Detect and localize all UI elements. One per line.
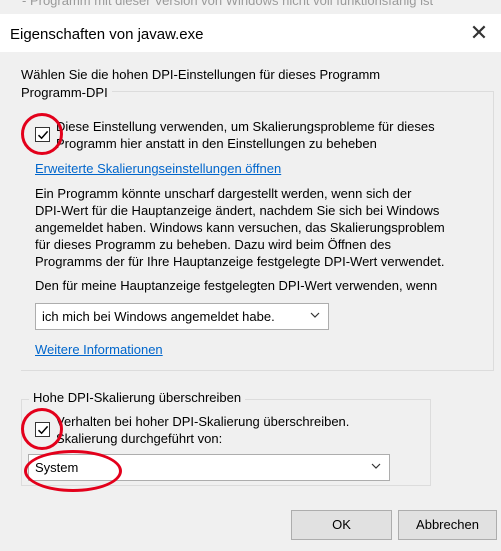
chevron-down-icon <box>310 312 320 318</box>
override-checkbox-label-1: Verhalten bei hoher DPI-Skalierung übers… <box>56 414 350 429</box>
more-info-link[interactable]: Weitere Informationen <box>35 342 163 357</box>
dialog-content: Wählen Sie die hohen DPI-Einstellungen f… <box>0 52 501 551</box>
intro-text: Wählen Sie die hohen DPI-Einstellungen f… <box>21 67 381 82</box>
override-group-label: Hohe DPI-Skalierung überschreiben <box>29 390 246 405</box>
close-icon[interactable]: ✕ <box>464 20 494 46</box>
override-checkbox-label-2: Skalierung durchgeführt von: <box>56 431 223 446</box>
cancel-button[interactable]: Abbrechen <box>398 510 497 540</box>
program-dpi-checkbox-label-2: Programm hier anstatt in den Einstellung… <box>56 136 377 151</box>
description-line-2: DPI-Wert für die Hauptanzeige ändert, na… <box>35 203 440 218</box>
description-line-1: Ein Programm könnte unscharf dargestellt… <box>35 186 412 201</box>
scaling-performed-by-dropdown[interactable]: System <box>28 454 390 481</box>
description-line-3: angemeldet haben. Windows kann versuchen… <box>35 220 445 235</box>
background-window-text: - Programm mit dieser Version von Window… <box>22 0 434 8</box>
ok-button[interactable]: OK <box>291 510 392 540</box>
use-dpi-label: Den für meine Hauptanzeige festgelegten … <box>35 278 438 293</box>
program-dpi-checkbox[interactable] <box>35 127 50 142</box>
window-title: Eigenschaften von javaw.exe <box>10 26 204 43</box>
program-dpi-checkbox-label-1: Diese Einstellung verwenden, um Skalieru… <box>56 119 435 134</box>
description-line-5: Programms der für Ihre Hauptanzeige fest… <box>35 254 445 269</box>
checkmark-icon <box>37 130 49 140</box>
checkmark-icon <box>37 425 49 435</box>
advanced-scaling-link[interactable]: Erweiterte Skalierungseinstellungen öffn… <box>35 161 281 176</box>
program-dpi-group-label: Programm-DPI <box>21 85 112 100</box>
description-line-4: für dieses Programm zu beheben. Dazu wir… <box>35 237 391 252</box>
scaling-performed-by-value: System <box>35 460 79 475</box>
login-dpi-dropdown[interactable]: ich mich bei Windows angemeldet habe. <box>35 303 329 330</box>
chevron-down-icon <box>371 463 381 469</box>
title-bar: Eigenschaften von javaw.exe ✕ <box>0 14 501 52</box>
override-checkbox[interactable] <box>35 422 50 437</box>
login-dpi-dropdown-value: ich mich bei Windows angemeldet habe. <box>42 309 275 324</box>
